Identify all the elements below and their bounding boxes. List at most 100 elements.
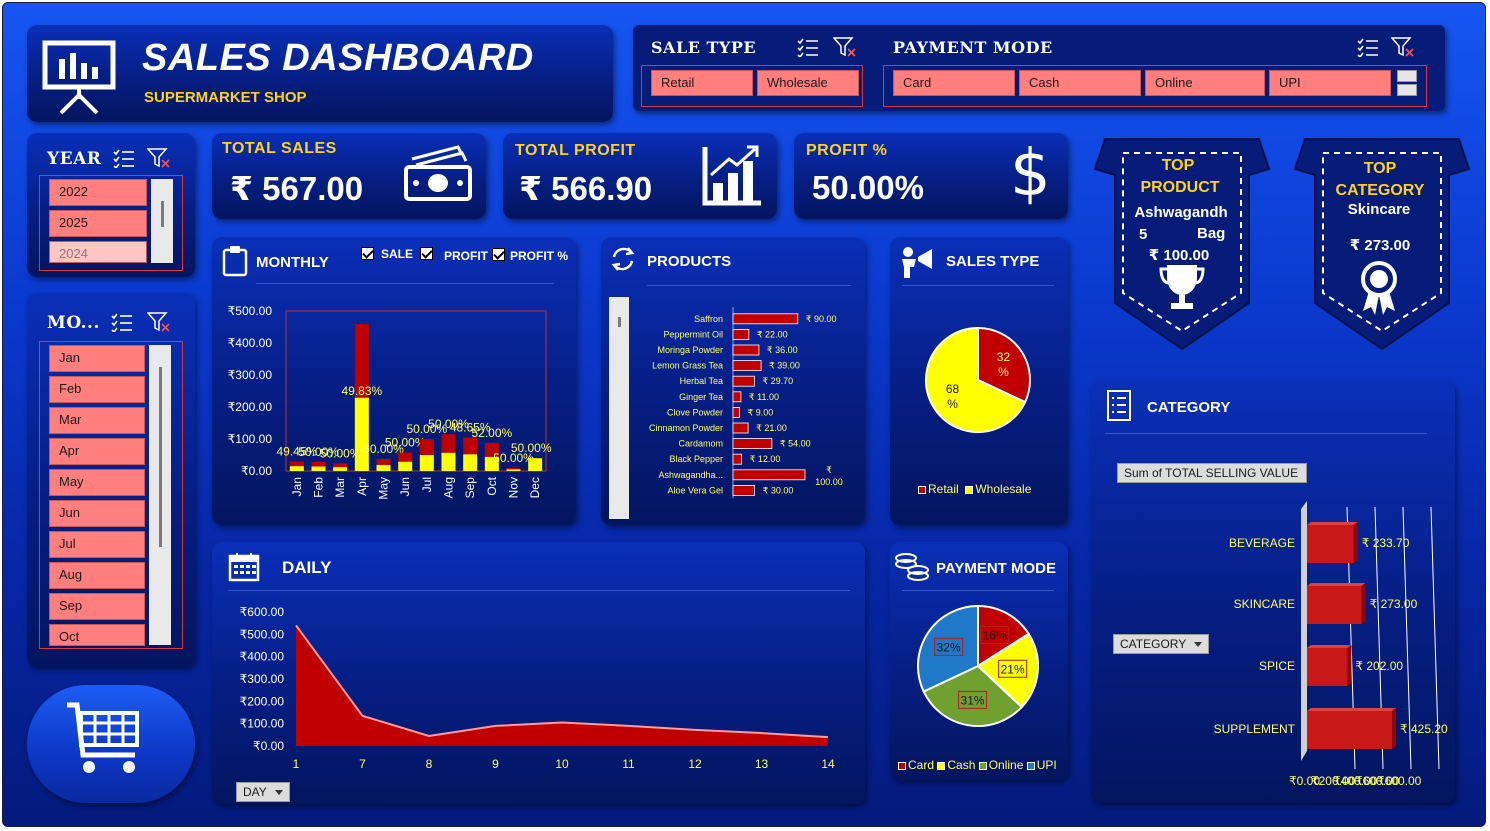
divider — [902, 590, 1054, 591]
category-label: SKINCARE — [1234, 597, 1295, 611]
data-label: 49.83% — [341, 384, 382, 398]
profit-pct-checkbox-label: PROFIT % — [510, 249, 569, 263]
clear-filter-icon[interactable] — [146, 147, 171, 169]
header-panel: SALES DASHBOARD SUPERMARKET SHOP — [27, 25, 613, 122]
product-value-label: ₹ — [826, 465, 832, 475]
slicer-item-online[interactable]: Online — [1145, 70, 1265, 96]
slicer-item-cash[interactable]: Cash — [1019, 70, 1141, 96]
y-tick-label: ₹100.00 — [240, 717, 285, 731]
cart-button[interactable] — [27, 685, 195, 803]
products-scrollbar[interactable] — [609, 297, 629, 519]
x-tick-label: 11 — [622, 757, 635, 771]
product-value-label: ₹ 22.00 — [757, 329, 788, 339]
slicer-item-jan[interactable]: Jan — [49, 345, 145, 372]
slicer-item-jul[interactable]: Jul — [49, 531, 145, 558]
x-tick-label: Apr — [355, 477, 369, 496]
slicer-item-2024[interactable]: 2024 — [49, 241, 147, 263]
sum-field-label: Sum of TOTAL SELLING VALUE — [1117, 463, 1307, 483]
checklist-icon — [1107, 390, 1131, 421]
multi-select-icon[interactable] — [797, 37, 819, 59]
profit-checkbox[interactable] — [420, 247, 433, 260]
bar-profit — [441, 452, 456, 471]
slicer-item-sep[interactable]: Sep — [49, 593, 145, 620]
x-tick-label: Nov — [507, 477, 521, 498]
cash-icon — [404, 145, 472, 201]
slicer-item-oct[interactable]: Oct — [49, 624, 145, 646]
data-label: 52.00% — [471, 426, 512, 440]
month-slicer-panel: MO... Jan Feb Mar Apr May Jun Jul Aug Sep Oct — [27, 293, 195, 667]
sales-type-legend: Retail Wholesale — [918, 482, 1031, 496]
legend-wholesale: Wholesale — [975, 482, 1032, 496]
products-title: PRODUCTS — [647, 253, 732, 270]
bar-profit — [311, 466, 326, 471]
multi-select-icon[interactable] — [113, 148, 135, 170]
slicer-item-retail[interactable]: Retail — [651, 70, 753, 96]
profit-pct-checkbox[interactable] — [492, 248, 505, 261]
slicer-item-card[interactable]: Card — [893, 70, 1015, 96]
slicer-item-upi[interactable]: UPI — [1269, 70, 1391, 96]
x-tick-label: 8 — [426, 757, 433, 771]
sale-checkbox[interactable] — [361, 247, 374, 260]
year-scrollbar[interactable] — [151, 179, 173, 263]
slicer-item-jun[interactable]: Jun — [49, 500, 145, 527]
product-value-label: ₹ 12.00 — [750, 454, 781, 464]
category-bar-side — [1347, 645, 1352, 686]
x-tick-label: Jun — [398, 477, 412, 496]
slicer-item-mar[interactable]: Mar — [49, 407, 145, 434]
category-label: SUPPLEMENT — [1214, 722, 1296, 736]
bar-profit — [354, 397, 369, 471]
product-bar — [732, 391, 742, 403]
top-product-title-2: PRODUCT — [1140, 179, 1220, 196]
slicer-item-feb[interactable]: Feb — [49, 376, 145, 403]
products-chart: Saffron ₹ 90.00 Peppermint Oil ₹ 22.00 Morin… — [649, 307, 843, 499]
clear-filter-icon[interactable] — [832, 36, 857, 58]
year-slicer-panel: YEAR 2022 2025 2024 — [27, 133, 195, 277]
bar-sale — [333, 463, 348, 468]
category-bar — [1307, 711, 1393, 749]
clear-filter-icon[interactable] — [146, 311, 171, 333]
slicer-item-2025[interactable]: 2025 — [49, 210, 147, 237]
slicer-item-2022[interactable]: 2022 — [49, 179, 147, 206]
category-bar-top — [1307, 583, 1366, 586]
clear-filter-icon[interactable] — [1390, 36, 1415, 58]
y-tick-label: ₹300.00 — [228, 368, 273, 382]
product-label: Herbal Tea — [680, 376, 723, 386]
multi-select-icon[interactable] — [1357, 37, 1379, 59]
top-slicers-panel: SALE TYPE Retail Wholesale PAYMENT MODE … — [633, 25, 1445, 111]
product-bar — [732, 407, 740, 418]
slicer-item-may[interactable]: May — [49, 469, 145, 496]
slicer-scroll-down[interactable] — [1397, 84, 1417, 96]
top-product-badge: TOP PRODUCT Ashwagandh 5 Bag ₹ 100.00 — [1091, 135, 1273, 357]
category-bar-side — [1361, 583, 1366, 624]
product-value-label: ₹ 30.00 — [763, 485, 794, 495]
y-tick-label: ₹0.00 — [241, 464, 272, 478]
category-label: BEVERAGE — [1229, 536, 1295, 550]
slicer-scroll-up[interactable] — [1397, 70, 1417, 82]
slicer-item-apr[interactable]: Apr — [49, 438, 145, 465]
dollar-icon: $ — [1010, 137, 1051, 211]
slicer-item-aug[interactable]: Aug — [49, 562, 145, 589]
category-bar-top — [1307, 522, 1358, 525]
data-label: 50.00% — [385, 435, 426, 449]
payment-mode-pie: 16% 21% 31% 32% — [917, 604, 1039, 727]
product-bar — [732, 328, 750, 340]
category-bar-side — [1392, 708, 1397, 749]
product-label: Ginger Tea — [679, 392, 723, 402]
monthly-chart: ₹0.00 ₹100.00 ₹200.00 ₹300.00 ₹400.00 ₹500.00… — [228, 304, 552, 500]
sales-type-card: SALES TYPE 32% 68% Retail Wholesale — [890, 237, 1068, 525]
day-field-button[interactable]: DAY — [236, 782, 290, 802]
pie-label: 21% — [1001, 662, 1025, 676]
data-label: 50.00% — [511, 441, 552, 455]
month-scrollbar[interactable] — [149, 345, 171, 645]
page-subtitle: SUPERMARKET SHOP — [144, 89, 307, 106]
kpi-total-profit-value: ₹ 566.90 — [519, 170, 653, 207]
x-tick-label: Jan — [290, 477, 304, 496]
category-title: CATEGORY — [1147, 399, 1231, 416]
presentation-board-icon — [42, 40, 116, 115]
y-tick-label: ₹300.00 — [240, 672, 285, 686]
legend-upi: UPI — [1036, 758, 1057, 772]
multi-select-icon[interactable] — [111, 312, 133, 334]
slicer-item-wholesale[interactable]: Wholesale — [757, 70, 859, 96]
pie-label: 16% — [983, 629, 1007, 643]
product-label: Cardamom — [678, 439, 723, 449]
